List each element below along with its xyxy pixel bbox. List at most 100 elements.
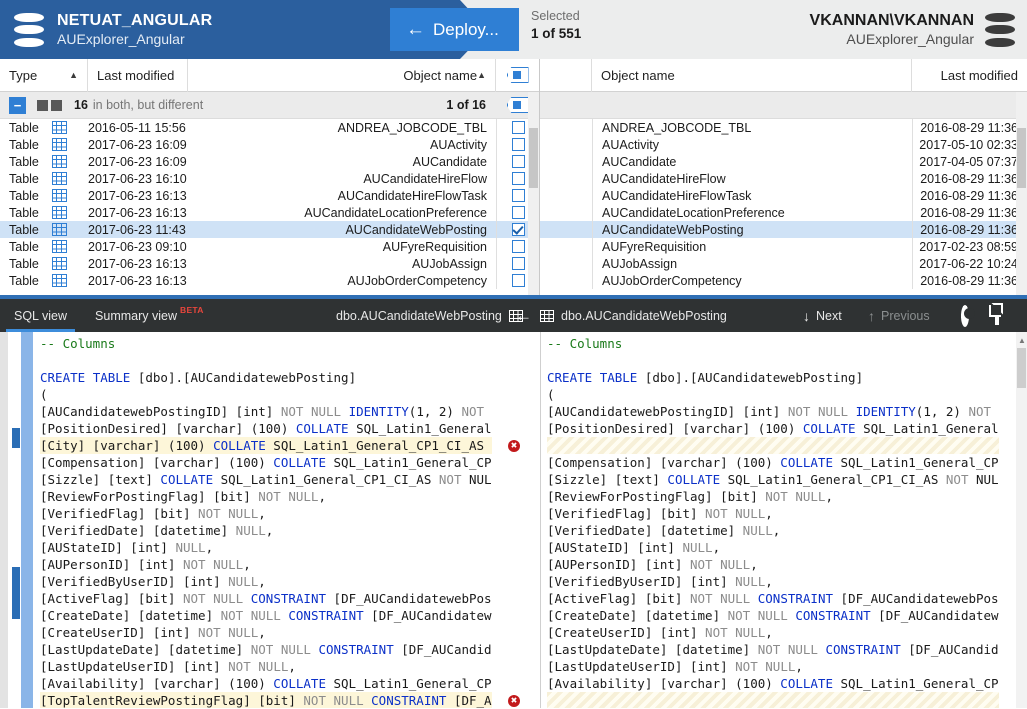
group-count: 16	[74, 98, 88, 112]
popout-button[interactable]	[995, 306, 999, 325]
error-marker-icon[interactable]	[508, 440, 520, 452]
target-grid-scroll-thumb[interactable]	[1017, 128, 1026, 188]
row-object-name: AUCandidate	[412, 154, 487, 169]
row-object-name: AUFyreRequisition	[592, 238, 912, 255]
table-row[interactable]: AUActivity 2017-05-10 02:33	[540, 136, 1027, 153]
table-row[interactable]: Table 2017-06-23 11:43 AUCandidateWebPosti…	[0, 221, 539, 238]
table-row[interactable]: AUCandidateLocationPreference 2016-08-29 …	[540, 204, 1027, 221]
deploy-button[interactable]: ← Deploy...	[390, 8, 519, 51]
column-header-object-name[interactable]: Object name ▲	[188, 59, 496, 92]
column-header-object-name-target[interactable]: Object name	[592, 59, 912, 92]
code-line: [AUPersonID] [int] NOT NULL,	[40, 557, 251, 572]
group-row-in-both-but-different[interactable]: − 16 in both, but different 1 of 16	[0, 92, 539, 119]
row-type: Table	[9, 171, 39, 186]
collapse-group-button[interactable]: −	[9, 96, 26, 114]
group-position: 1 of 16	[446, 98, 486, 112]
table-row[interactable]: Table 2017-06-23 16:09 AUActivity	[0, 136, 539, 153]
target-grid-scrollbar[interactable]	[1016, 92, 1027, 295]
code-line: [ActiveFlag] [bit] NOT NULL CONSTRAINT […	[547, 591, 999, 606]
database-icon	[14, 12, 44, 47]
source-object-name: dbo.AUCandidateWebPosting	[336, 308, 502, 323]
code-line: [CreateDate] [datetime] NOT NULL CONSTRA…	[547, 608, 999, 623]
column-header-object-name-label: Object name	[403, 67, 478, 83]
table-row[interactable]: Table 2017-06-23 16:13 AUCandidateHireFlow…	[0, 187, 539, 204]
row-object-name: AUActivity	[430, 137, 487, 152]
table-row[interactable]: Table 2017-06-23 16:13 AUJobOrderCompetenc…	[0, 272, 539, 289]
row-last-modified: 2017-06-23 16:13	[88, 188, 187, 203]
code-line: [Sizzle] [text] COLLATE SQL_Latin1_Gener…	[40, 472, 492, 487]
previous-difference-label: Previous	[881, 308, 930, 323]
source-sql-code[interactable]: -- Columns CREATE TABLE [dbo].[AUCandida…	[40, 335, 492, 708]
database-icon	[985, 12, 1015, 47]
table-row[interactable]: AUJobAssign 2017-06-22 10:24	[540, 255, 1027, 272]
row-object-name: AUCandidateHireFlow	[363, 171, 487, 186]
table-row[interactable]: AUCandidateHireFlowTask 2016-08-29 11:36	[540, 187, 1027, 204]
source-grid-scrollbar[interactable]	[528, 92, 539, 295]
source-grid-scroll-thumb[interactable]	[529, 128, 538, 188]
code-line: [AUCandidatewebPostingID] [int] NOT NULL…	[547, 404, 992, 419]
tab-summary-view[interactable]: Summary view BETA	[81, 299, 218, 332]
source-sql-pane[interactable]: -- Columns CREATE TABLE [dbo].[AUCandida…	[0, 332, 540, 708]
code-line: -- Columns	[547, 336, 623, 351]
row-object-name: AUCandidateHireFlowTask	[337, 188, 487, 203]
table-row[interactable]: AUCandidateHireFlow 2016-08-29 11:36	[540, 170, 1027, 187]
column-header-last-modified-label: Last modified	[97, 67, 175, 83]
table-row[interactable]: AUCandidateWebPosting 2016-08-29 11:36	[540, 221, 1027, 238]
table-row[interactable]: Table 2017-06-23 09:10 AUFyreRequisition	[0, 238, 539, 255]
deploy-button-label: Deploy...	[433, 19, 499, 39]
tab-sql-view[interactable]: SQL view	[0, 299, 81, 332]
column-header-object-name-target-label: Object name	[601, 67, 675, 83]
code-line: [VerifiedDate] [datetime] NULL,	[547, 523, 781, 538]
target-sql-pane[interactable]: -- Columns CREATE TABLE [dbo].[AUCandida…	[540, 332, 1027, 708]
source-outer-gutter	[0, 332, 8, 708]
settings-button[interactable]	[961, 304, 969, 327]
column-header-type[interactable]: Type ▲	[0, 59, 88, 92]
selected-label: Selected	[531, 9, 580, 23]
target-sql-scrollbar[interactable]: ▲	[1016, 332, 1027, 708]
code-line: [CreateUserID] [int] NOT NULL,	[547, 625, 773, 640]
code-line: [ReviewForPostingFlag] [bit] NOT NULL,	[547, 489, 833, 504]
code-line: [AUPersonID] [int] NOT NULL,	[547, 557, 758, 572]
table-icon	[52, 206, 88, 219]
column-header-last-modified-target[interactable]: Last modified	[912, 59, 1027, 92]
external-link-icon	[995, 306, 999, 325]
table-row[interactable]: Table 2017-06-23 16:09 AUCandidate	[0, 153, 539, 170]
table-row[interactable]: Table 2017-06-23 16:10 AUCandidateHireFlow	[0, 170, 539, 187]
column-header-last-modified[interactable]: Last modified	[88, 59, 188, 92]
row-type: Table	[9, 154, 39, 169]
previous-difference-button[interactable]: ↑ Previous	[868, 308, 930, 324]
row-last-modified: 2017-06-23 16:13	[88, 256, 187, 271]
target-sql-code[interactable]: -- Columns CREATE TABLE [dbo].[AUCandida…	[547, 335, 999, 708]
target-row-list: ANDREA_JOBCODE_TBL 2016-08-29 11:36 AUActi…	[540, 119, 1027, 289]
code-line: [VerifiedByUserID] [int] NULL,	[40, 574, 266, 589]
table-icon	[52, 155, 88, 168]
table-row[interactable]: ANDREA_JOBCODE_TBL 2016-08-29 11:36	[540, 119, 1027, 136]
column-header-last-modified-target-label: Last modified	[940, 67, 1018, 83]
row-last-modified: 2016-08-29 11:36	[912, 272, 1027, 289]
target-sql-scroll-thumb[interactable]	[1017, 348, 1026, 388]
row-last-modified: 2017-06-22 10:24	[912, 255, 1027, 272]
code-line	[547, 437, 999, 454]
code-line: [Sizzle] [text] COLLATE SQL_Latin1_Gener…	[547, 472, 999, 487]
row-object-name: ANDREA_JOBCODE_TBL	[592, 119, 912, 136]
target-database-panel: VKANNAN\VKANNAN AUExplorer_Angular	[810, 0, 1027, 59]
column-header-select[interactable]	[496, 59, 539, 92]
copy-left-arrow-icon[interactable]: ←	[515, 307, 532, 324]
target-object-grid: Object name Last modified ANDREA_JOBCODE…	[540, 59, 1027, 295]
table-row[interactable]: Table 2016-05-11 15:56 ANDREA_JOBCODE_TBL	[0, 119, 539, 136]
next-difference-button[interactable]: ↓ Next	[803, 308, 842, 324]
table-row[interactable]: AUJobOrderCompetency 2016-08-29 11:36	[540, 272, 1027, 289]
table-icon	[52, 257, 88, 270]
table-row[interactable]: AUCandidate 2017-04-05 07:37	[540, 153, 1027, 170]
table-row[interactable]: AUFyreRequisition 2017-02-23 08:59	[540, 238, 1027, 255]
row-last-modified: 2016-08-29 11:36	[912, 204, 1027, 221]
table-row[interactable]: Table 2017-06-23 16:13 AUCandidateLocation…	[0, 204, 539, 221]
selected-count: 1 of 551	[531, 25, 582, 41]
error-marker-icon[interactable]	[508, 695, 520, 707]
scroll-up-arrow-icon[interactable]: ▲	[1018, 336, 1026, 345]
code-line: CREATE TABLE [dbo].[AUCandidatewebPostin…	[547, 370, 864, 385]
target-group-row	[540, 92, 1027, 119]
target-db-subtitle: AUExplorer_Angular	[846, 30, 974, 47]
row-last-modified: 2017-06-23 16:10	[88, 171, 187, 186]
table-row[interactable]: Table 2017-06-23 16:13 AUJobAssign	[0, 255, 539, 272]
